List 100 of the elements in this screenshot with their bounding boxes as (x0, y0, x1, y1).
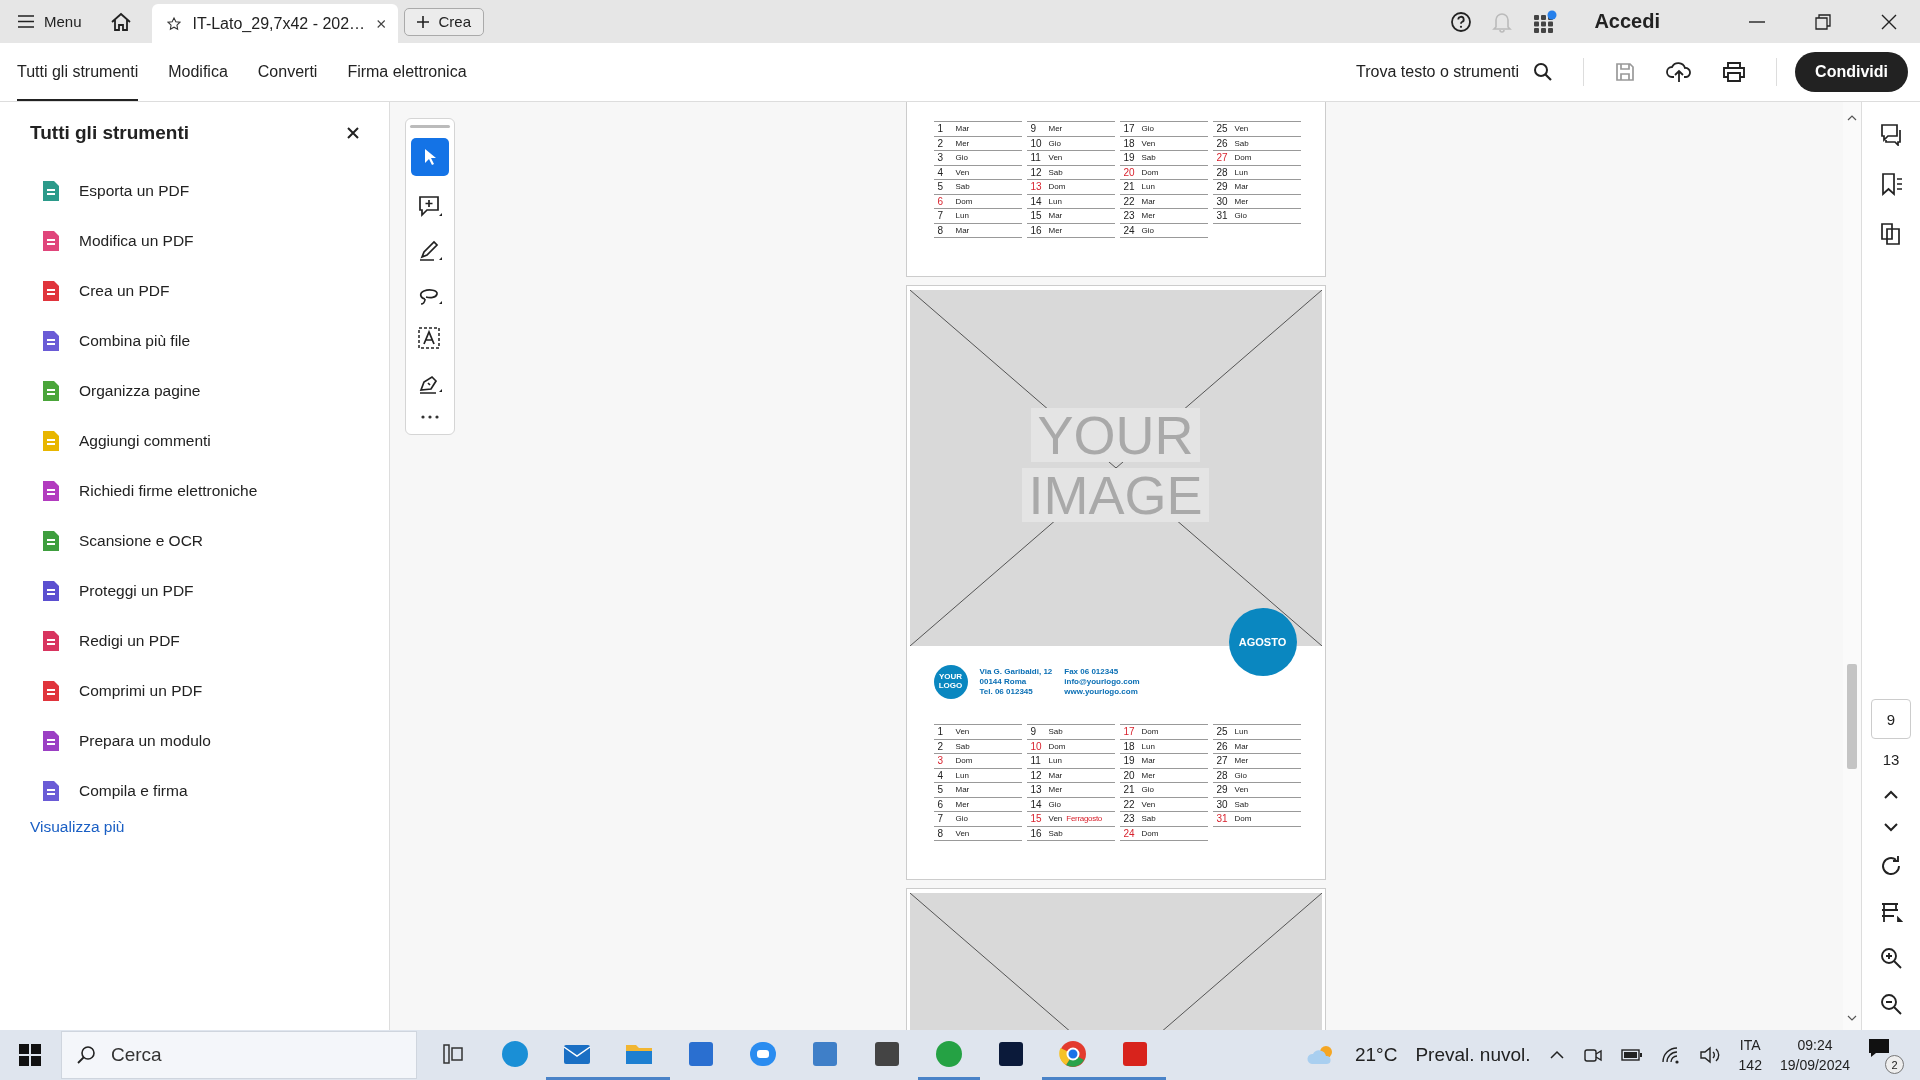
day-number: 31 (1216, 813, 1229, 825)
pages-icon[interactable] (1879, 222, 1903, 246)
weekday: Lun (1048, 196, 1062, 206)
restore-icon[interactable] (1814, 12, 1832, 31)
text-select-icon[interactable] (417, 326, 443, 352)
weekday: Lun (1234, 167, 1248, 177)
tool-item[interactable]: Prepara un modulo (30, 716, 389, 766)
comments-icon[interactable] (1879, 122, 1903, 146)
weekday: Dom (1141, 828, 1159, 838)
scroll-down-icon[interactable] (1847, 1014, 1857, 1022)
page-count: 13 (1882, 751, 1900, 768)
day-number: 22 (1123, 195, 1136, 207)
weekday: Dom (1048, 182, 1066, 192)
more-icon[interactable] (420, 414, 440, 420)
weekday: Mar (1234, 741, 1249, 751)
help-icon[interactable] (1450, 10, 1473, 33)
weekday: Gio (1141, 124, 1154, 134)
day-number: 6 (937, 798, 945, 810)
logo-badge: YOUR LOGO (933, 665, 968, 699)
tool-item[interactable]: Organizza pagine (30, 366, 389, 416)
tool-item[interactable]: Crea un PDF (30, 266, 389, 316)
chevron-down-icon[interactable] (1883, 822, 1899, 832)
menu-button[interactable]: Menu (18, 13, 82, 30)
day-number: 30 (1216, 195, 1229, 207)
clock-date[interactable]: 19/09/2024 (1779, 1057, 1850, 1073)
weekday: Ven (1141, 799, 1156, 809)
day-number: 29 (1216, 181, 1229, 193)
close-icon[interactable] (377, 17, 386, 30)
add-comment-icon[interactable] (417, 194, 443, 220)
battery-icon[interactable] (1620, 1048, 1643, 1062)
weekday: Dom (955, 756, 973, 766)
notifications-icon[interactable] (1868, 1038, 1892, 1060)
tool-item[interactable]: Modifica un PDF (30, 216, 389, 266)
tool-item[interactable]: Combina più file (30, 316, 389, 366)
chrome-icon[interactable] (1058, 1038, 1088, 1069)
cloud-upload-icon[interactable] (1666, 60, 1693, 84)
placeholder-text: YOUR (1031, 408, 1200, 462)
taskbar-search-field[interactable]: Cerca (61, 1031, 417, 1079)
share-button[interactable]: Condividi (1795, 52, 1908, 92)
weather-text: Preval. nuvol. (1415, 1044, 1531, 1066)
tool-item[interactable]: Redigi un PDF (30, 616, 389, 666)
sign-in-button[interactable]: Accedi (1594, 10, 1660, 33)
notification-count: 2 (1885, 1055, 1904, 1074)
tool-item[interactable]: Comprimi un PDF (30, 666, 389, 716)
tool-item[interactable]: Proteggi un PDF (30, 566, 389, 616)
scroll-up-icon[interactable] (1847, 114, 1857, 122)
pen-icon[interactable] (417, 238, 443, 264)
weekday: Ven (1234, 785, 1249, 795)
search-button[interactable]: Trova testo o strumenti (1356, 62, 1554, 82)
weekday: Mer (1048, 124, 1063, 134)
weekday: Mar (1141, 756, 1156, 766)
placeholder-text: IMAGE (1022, 468, 1209, 522)
holiday-note: Ferragosto (1066, 814, 1102, 824)
toolbar-tab[interactable]: Converti (257, 43, 318, 101)
star-icon[interactable] (166, 14, 181, 33)
start-icon[interactable] (19, 1044, 41, 1066)
scroll-mode-icon[interactable] (1879, 900, 1903, 924)
zoom-out-icon[interactable] (1879, 992, 1903, 1016)
day-number: 25 (1216, 726, 1229, 738)
close-icon[interactable] (347, 127, 359, 139)
apps-grid-icon[interactable] (1532, 9, 1559, 34)
weekday: Ven (1048, 814, 1063, 824)
day-number: 21 (1123, 181, 1136, 193)
weekday: Gio (1048, 799, 1061, 809)
speaker-icon[interactable] (1698, 1046, 1721, 1064)
tool-item[interactable]: Compila e firma (30, 766, 389, 816)
clock-time[interactable]: 09:24 (1797, 1037, 1833, 1053)
bookmark-icon[interactable] (1879, 172, 1903, 196)
print-icon[interactable] (1722, 61, 1747, 83)
page-number-field[interactable]: 9 (1871, 699, 1911, 739)
tool-item[interactable]: Scansione e OCR (30, 516, 389, 566)
tool-item[interactable]: Aggiungi commenti (30, 416, 389, 466)
weekday: Ven (955, 167, 970, 177)
save-icon[interactable] (1614, 61, 1637, 83)
toolbar-tab[interactable]: Firma elettronica (347, 43, 467, 101)
day-number: 10 (1030, 740, 1043, 752)
create-button[interactable]: Crea (403, 7, 485, 36)
home-icon[interactable] (109, 11, 132, 32)
day-number: 5 (937, 181, 945, 193)
tool-item[interactable]: Richiedi firme elettroniche (30, 466, 389, 516)
scrollbar-thumb[interactable] (1847, 664, 1857, 769)
toolbar-tab[interactable]: Modifica (168, 43, 228, 101)
rotate-icon[interactable] (1879, 854, 1903, 878)
keyboard-layout[interactable]: 142 (1738, 1057, 1762, 1073)
weekday: Sab (1234, 138, 1249, 148)
show-more-link[interactable]: Visualizza più (30, 818, 125, 836)
close-icon[interactable] (1880, 12, 1898, 31)
tool-item[interactable]: Esporta un PDF (30, 166, 389, 216)
tab-title: IT-Lato_29,7x42 - 202… (192, 14, 366, 33)
toolbar-tab[interactable]: Tutti gli strumenti (17, 43, 139, 101)
weekday: Mar (955, 225, 970, 235)
select-tool[interactable] (411, 138, 449, 176)
day-number: 11 (1030, 152, 1042, 164)
language-indicator[interactable]: ITA (1739, 1037, 1761, 1053)
day-number: 7 (937, 210, 945, 222)
chevron-up-icon[interactable] (1548, 1050, 1565, 1060)
document-tab[interactable]: IT-Lato_29,7x42 - 202… (151, 4, 398, 43)
wifi-icon[interactable] (1660, 1046, 1681, 1064)
chevron-up-icon[interactable] (1883, 790, 1899, 800)
zoom-in-icon[interactable] (1879, 946, 1903, 970)
